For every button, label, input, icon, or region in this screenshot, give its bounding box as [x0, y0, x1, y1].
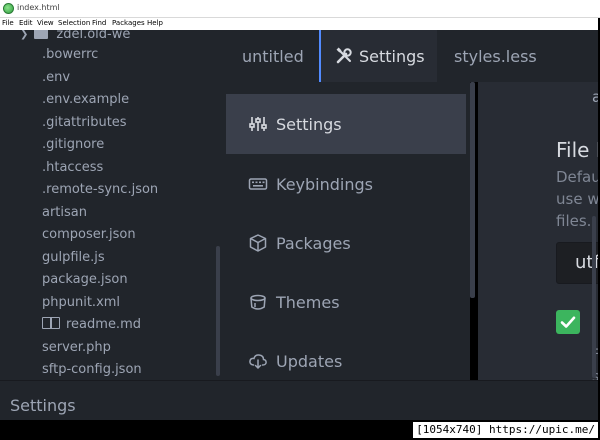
tree-file-readme[interactable]: readme.md — [42, 317, 141, 332]
tab-settings[interactable]: Settings — [319, 30, 437, 82]
settings-menu-label: Packages — [276, 233, 351, 253]
cloud-download-icon — [249, 354, 267, 370]
tab-untitled[interactable]: untitled — [242, 30, 304, 82]
status-text: Settings — [10, 396, 76, 415]
settings-menu-themes[interactable]: Themes — [226, 272, 466, 332]
tree-view: ❯ zdel.old-we .bowerrc .env .env.example… — [0, 30, 226, 380]
watermark: [1054x740] https://upic.me/ — [413, 422, 598, 438]
tree-file[interactable]: .gitignore — [42, 137, 104, 152]
folder-label: zdel.old-we — [56, 30, 131, 42]
settings-menu-settings[interactable]: Settings — [226, 94, 466, 154]
chevron-right-icon: ❯ — [20, 30, 29, 40]
tree-file[interactable]: server.php — [42, 340, 111, 355]
window-titlebar: index.html — [0, 0, 600, 18]
tree-file[interactable]: gulpfile.js — [42, 250, 105, 265]
book-icon — [42, 317, 60, 329]
tree-file[interactable]: .env — [42, 70, 70, 85]
settings-menu: Settings Keybindings Packages Themes Upd… — [226, 82, 470, 380]
tree-scrollbar[interactable] — [216, 246, 220, 376]
menu-edit[interactable]: Edit — [19, 19, 33, 27]
window-title: index.html — [17, 3, 60, 12]
folder-icon — [34, 30, 49, 39]
tree-folder[interactable]: ❯ zdel.old-we — [20, 30, 130, 42]
tab-bar: untitled Settings styles.less — [226, 30, 598, 82]
tab-styles-less[interactable]: styles.less — [454, 30, 537, 82]
settings-menu-keybindings[interactable]: Keybindings — [226, 154, 466, 214]
menu-file[interactable]: File — [2, 19, 14, 27]
tree-file[interactable]: .gitattributes — [42, 115, 127, 130]
setting-description-line: Defau — [556, 168, 598, 186]
settings-menu-label: Settings — [276, 114, 342, 134]
tab-label: styles.less — [454, 46, 537, 66]
package-icon — [249, 234, 267, 252]
setting-heading: File E — [556, 138, 598, 162]
tree-file[interactable]: package.json — [42, 272, 128, 287]
tree-file[interactable]: phpunit.xml — [42, 295, 120, 310]
active-tab-indicator — [319, 30, 321, 82]
tree-file[interactable]: .remote-sync.json — [42, 182, 158, 197]
tree-file[interactable]: sftp-config.json — [42, 362, 142, 377]
sliders-icon — [249, 117, 267, 131]
settings-menu-packages[interactable]: Packages — [226, 213, 466, 273]
settings-content: a File E Defau use w files. utf I F s — [478, 82, 598, 380]
keyboard-icon — [248, 178, 268, 190]
checkmark-icon — [560, 316, 576, 328]
tools-icon — [336, 47, 352, 64]
settings-menu-label: Updates — [276, 351, 343, 371]
tree-file[interactable]: .env.example — [42, 92, 129, 107]
content-corner-text: a — [592, 88, 598, 106]
settings-menu-label: Keybindings — [276, 174, 373, 194]
setting-checkbox[interactable] — [556, 310, 580, 334]
menu-find[interactable]: Find — [92, 19, 106, 27]
menu-help[interactable]: Help — [147, 19, 163, 27]
tree-file[interactable]: .htaccess — [42, 160, 103, 175]
tree-file[interactable]: .bowerrc — [42, 47, 98, 62]
menu-packages[interactable]: Packages — [112, 19, 145, 27]
setting-description-line: use w — [556, 190, 598, 208]
settings-content-scrollbar[interactable] — [592, 216, 596, 378]
status-bar: Settings — [0, 380, 598, 420]
settings-menu-label: Themes — [276, 292, 340, 312]
tree-file[interactable]: artisan — [42, 205, 87, 220]
menubar: File Edit View Selection Find Packages H… — [0, 18, 598, 30]
tree-file[interactable]: composer.json — [42, 227, 136, 242]
tab-label: Settings — [359, 46, 425, 66]
app-icon — [3, 3, 14, 14]
paintcan-icon — [250, 294, 266, 310]
menu-selection[interactable]: Selection — [58, 19, 90, 27]
settings-menu-scrollbar[interactable] — [470, 82, 475, 298]
menu-view[interactable]: View — [37, 19, 54, 27]
tree-file-label: readme.md — [66, 317, 141, 332]
tab-label: untitled — [242, 46, 304, 66]
